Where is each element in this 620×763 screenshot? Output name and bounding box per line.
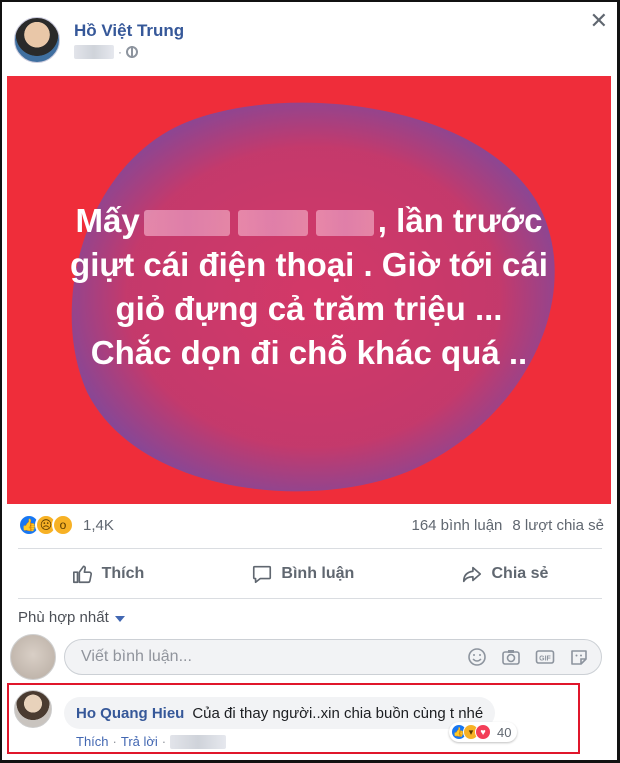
blurred-text [237, 210, 308, 237]
comment-author[interactable]: Ho Quang Hieu [76, 705, 184, 722]
post-image: Mấy , lần trước giựt cái điện thoại . Giờ… [7, 76, 611, 504]
post-text-segment: , lần trước [377, 202, 543, 239]
reaction-count[interactable]: 1,4K [83, 517, 114, 534]
separator-dot: · [161, 734, 167, 749]
close-icon[interactable]: ✕ [590, 8, 608, 34]
thumbs-up-icon [72, 565, 92, 584]
post-line-4: Chắc dọn đi chỗ khác quá .. [90, 334, 528, 371]
meta-separator: · [118, 45, 122, 59]
post-stats: 👍 ☹ o 1,4K 164 bình luận 8 lượt chia sẻ [18, 512, 604, 538]
share-label: Chia sẻ [491, 565, 549, 582]
share-button[interactable]: Chia sẻ [461, 563, 548, 585]
divider [18, 598, 602, 599]
share-arrow-icon [463, 566, 482, 583]
comment-reactions[interactable]: 👍 ▾ ♥ 40 [449, 722, 518, 742]
comment-composer: Viết bình luận... GIF [10, 634, 602, 680]
gif-icon[interactable]: GIF [535, 647, 555, 667]
sticker-icon[interactable] [569, 647, 589, 667]
share-count[interactable]: 8 lượt chia sẻ [512, 517, 604, 534]
comment-actions: Thích · Trả lời · [76, 734, 227, 749]
comment-input-placeholder: Viết bình luận... [81, 648, 192, 665]
wow-icon: o [52, 514, 74, 536]
separator-dot: · [112, 734, 117, 749]
viewer-avatar [10, 634, 56, 680]
chevron-down-icon [114, 615, 125, 622]
comment-reaction-count: 40 [497, 724, 512, 740]
post-author[interactable]: Hồ Việt Trung [74, 21, 184, 41]
action-bar: Thích Bình luận Chia sẻ [18, 554, 602, 594]
post-text-segment: Mấy [75, 202, 140, 239]
comment-button[interactable]: Bình luận [251, 563, 354, 585]
speech-bubble-icon [253, 565, 272, 584]
post-line-1: Mấy , lần trước [7, 199, 611, 243]
comment-label: Bình luận [281, 565, 355, 582]
blurred-text [315, 210, 374, 237]
comment-bubble: Ho Quang Hieu Của đi thay người..xin chi… [64, 697, 496, 729]
commenter-avatar[interactable] [14, 690, 52, 728]
blurred-text [143, 210, 230, 237]
comment-sort-dropdown[interactable]: Phù hợp nhất [18, 609, 125, 626]
camera-icon[interactable] [501, 647, 521, 667]
post-line-2: giựt cái điện thoại . Giờ tới cái [70, 246, 548, 283]
comment-reply-link[interactable]: Trả lời [121, 734, 158, 749]
post-text: Mấy , lần trước giựt cái điện thoại . Giờ… [7, 199, 611, 375]
globe-icon[interactable] [126, 46, 138, 58]
comment-text: Của đi thay người..xin chia buồn cùng t … [192, 704, 484, 722]
comment-count[interactable]: 164 bình luận [411, 517, 502, 534]
like-button[interactable]: Thích [72, 563, 145, 585]
comment-like-link[interactable]: Thích [76, 734, 109, 749]
blurred-timestamp[interactable] [170, 734, 227, 749]
svg-text:GIF: GIF [539, 656, 551, 663]
post-meta: · [74, 45, 184, 59]
post-line-3: giỏ đựng cả trăm triệu ... [115, 290, 503, 327]
blurred-timestamp[interactable] [74, 45, 114, 59]
author-avatar[interactable] [14, 17, 60, 63]
emoji-icon[interactable] [467, 647, 487, 667]
reaction-summary[interactable]: 👍 ☹ o [18, 514, 74, 536]
like-label: Thích [101, 565, 145, 582]
divider [18, 548, 602, 549]
comment-input[interactable]: Viết bình luận... GIF [64, 639, 602, 675]
love-icon: ♥ [475, 724, 491, 740]
post-header: Hồ Việt Trung · [14, 10, 184, 70]
sort-label: Phù hợp nhất [18, 609, 109, 626]
